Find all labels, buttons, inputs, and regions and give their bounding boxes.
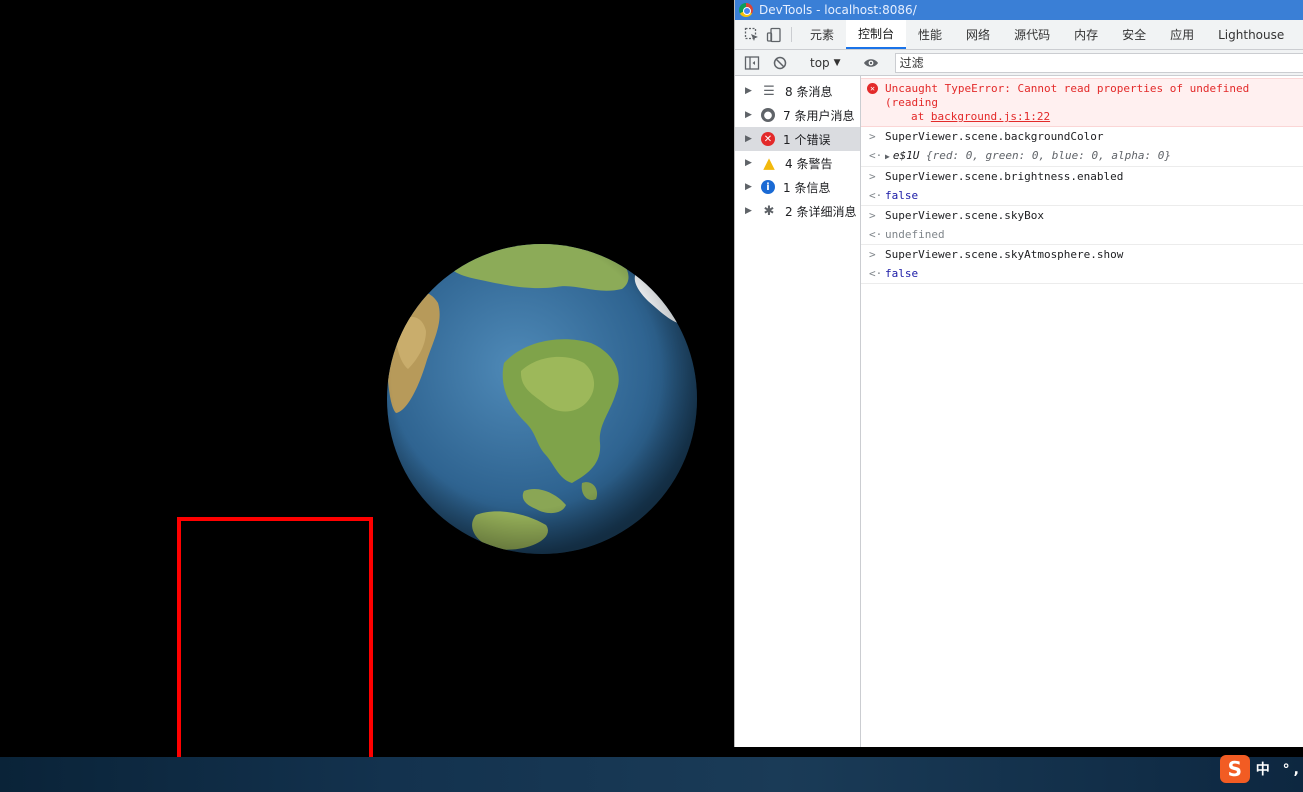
sogou-logo-icon: S (1219, 755, 1250, 783)
input-chevron-icon: > (869, 209, 876, 222)
ime-mode-text: 中 °, (1255, 762, 1303, 778)
result-arrow-icon: <· (869, 228, 883, 241)
input-chevron-icon: > (869, 248, 876, 261)
console-result-row: <· false (861, 264, 1303, 284)
toolbar-divider (791, 27, 792, 42)
result-arrow-icon: <· (869, 267, 883, 280)
expand-arrow-icon: ▶ (745, 86, 752, 96)
taskbar (0, 757, 1303, 792)
input-chevron-icon: > (869, 130, 876, 143)
console-input-text: SuperViewer.scene.brightness.enabled (885, 170, 1124, 183)
sidebar-item-verbose[interactable]: ▶ ✱ 2 条详细消息 (735, 199, 860, 223)
window-title: DevTools - localhost:8086/ (759, 3, 917, 17)
console-input-text: SuperViewer.scene.skyAtmosphere.show (885, 248, 1124, 261)
tab-application[interactable]: 应用 (1158, 20, 1206, 49)
console-input-row: > SuperViewer.scene.skyAtmosphere.show (861, 245, 1303, 264)
console-body: ▶ ☰ 8 条消息 ▶ ● 7 条用户消息 ▶ ✕ 1 个错误 ▶ ▲ 4 条警… (735, 76, 1303, 747)
console-result-value: undefined (885, 228, 945, 241)
error-text: Uncaught TypeError: Cannot read properti… (885, 82, 1250, 109)
console-result-row[interactable]: <· ▶ e$1U {red: 0, green: 0, blue: 0, alp… (861, 146, 1303, 167)
sidebar-item-label: 4 条警告 (785, 156, 833, 171)
tab-lighthouse[interactable]: Lighthouse (1206, 20, 1296, 49)
console-input-row: > SuperViewer.scene.skyBox (861, 206, 1303, 225)
console-sidebar: ▶ ☰ 8 条消息 ▶ ● 7 条用户消息 ▶ ✕ 1 个错误 ▶ ▲ 4 条警… (735, 76, 861, 747)
error-at: at (911, 110, 925, 123)
info-icon: i (761, 180, 775, 194)
screen: S 中 °, DevTools - localhost:8086/ 元素 控制台… (0, 0, 1303, 792)
error-location: at background.js:1:22 (885, 110, 1303, 124)
ime-indicator[interactable]: S 中 °, (1216, 754, 1303, 784)
clear-console-icon[interactable] (769, 55, 791, 71)
context-selector[interactable]: top ▼ (804, 56, 847, 70)
console-output[interactable]: ✕ Uncaught TypeError: Cannot read proper… (861, 76, 1303, 747)
object-body: {red: 0, green: 0, blue: 0, alpha: 0} (925, 149, 1171, 162)
error-source-link[interactable]: background.js:1:22 (931, 110, 1050, 123)
console-toolbar: top ▼ (735, 50, 1303, 76)
expand-arrow-icon: ▶ (745, 206, 752, 216)
devtools-window: DevTools - localhost:8086/ 元素 控制台 性能 网络 … (734, 0, 1303, 747)
sidebar-item-label: 2 条详细消息 (785, 204, 857, 219)
sidebar-item-info[interactable]: ▶ i 1 条信息 (735, 175, 860, 199)
tab-console[interactable]: 控制台 (846, 20, 907, 49)
expand-arrow-icon: ▶ (885, 152, 890, 161)
devtools-tabbar: 元素 控制台 性能 网络 源代码 内存 安全 应用 Lighthouse (735, 20, 1303, 50)
eye-icon[interactable] (860, 55, 882, 71)
expand-arrow-icon: ▶ (745, 182, 752, 192)
tab-memory[interactable]: 内存 (1062, 20, 1110, 49)
3d-scene-viewer[interactable] (0, 0, 734, 769)
sidebar-item-errors[interactable]: ▶ ✕ 1 个错误 (735, 127, 860, 151)
result-arrow-icon: <· (869, 149, 883, 162)
bug-icon: ✱ (763, 203, 775, 219)
sidebar-item-label: 8 条消息 (785, 84, 833, 99)
sidebar-item-user-messages[interactable]: ▶ ● 7 条用户消息 (735, 103, 860, 127)
window-titlebar: DevTools - localhost:8086/ (735, 0, 1303, 20)
console-result-row: <· undefined (861, 225, 1303, 245)
tab-network[interactable]: 网络 (954, 20, 1002, 49)
sidebar-toggle-icon[interactable] (741, 55, 763, 71)
console-input-row: > SuperViewer.scene.brightness.enabled (861, 167, 1303, 186)
chrome-icon (739, 3, 753, 17)
tab-sources[interactable]: 源代码 (1002, 20, 1062, 49)
inspect-element-icon[interactable] (741, 20, 763, 49)
error-icon: ✕ (867, 83, 878, 94)
console-result-value: false (885, 267, 919, 280)
sidebar-item-warnings[interactable]: ▶ ▲ 4 条警告 (735, 151, 860, 175)
expand-arrow-icon: ▶ (745, 158, 752, 168)
device-toolbar-icon[interactable] (763, 20, 785, 49)
tab-performance[interactable]: 性能 (906, 20, 954, 49)
earth-globe[interactable] (386, 243, 698, 555)
expand-arrow-icon: ▶ (745, 134, 752, 144)
console-input-row: > SuperViewer.scene.backgroundColor (861, 127, 1303, 146)
tab-elements[interactable]: 元素 (798, 20, 846, 49)
annotation-rectangle (177, 517, 373, 769)
sidebar-item-label: 7 条用户消息 (783, 108, 855, 123)
context-selector-value: top (810, 55, 830, 70)
object-preview[interactable]: ▶ e$1U {red: 0, green: 0, blue: 0, alpha:… (885, 149, 1171, 162)
sidebar-item-label: 1 个错误 (783, 132, 831, 147)
console-input-text: SuperViewer.scene.backgroundColor (885, 130, 1104, 143)
console-result-value: false (885, 189, 919, 202)
error-icon: ✕ (761, 132, 775, 146)
input-chevron-icon: > (869, 170, 876, 183)
warning-icon: ▲ (763, 154, 775, 172)
filter-input[interactable] (894, 52, 1303, 73)
console-input-text: SuperViewer.scene.skyBox (885, 209, 1044, 222)
object-name: e$1U (892, 149, 920, 162)
result-arrow-icon: <· (869, 189, 883, 202)
user-icon: ● (761, 108, 775, 122)
error-message: ✕ Uncaught TypeError: Cannot read proper… (861, 78, 1303, 127)
tab-security[interactable]: 安全 (1110, 20, 1158, 49)
chevron-down-icon: ▼ (833, 57, 841, 68)
sidebar-item-messages[interactable]: ▶ ☰ 8 条消息 (735, 79, 860, 103)
list-icon: ☰ (763, 83, 775, 99)
expand-arrow-icon: ▶ (745, 110, 752, 120)
sidebar-item-label: 1 条信息 (783, 180, 831, 195)
console-result-row: <· false (861, 186, 1303, 206)
